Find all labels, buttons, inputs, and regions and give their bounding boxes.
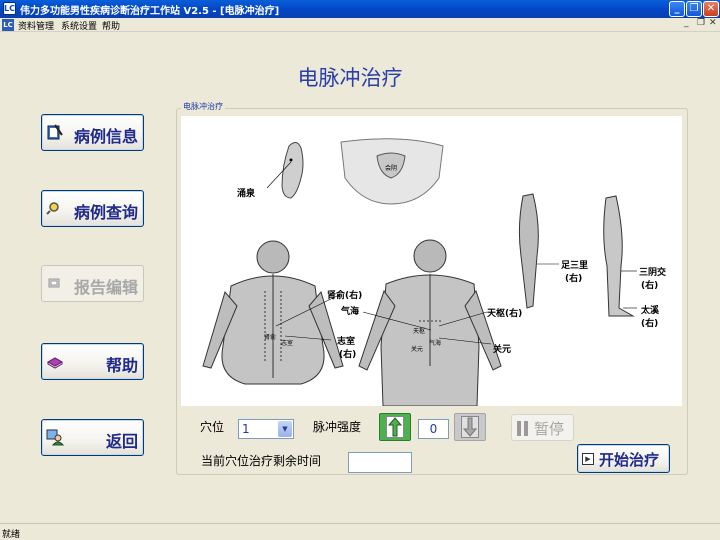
label-taixi-side: (右) bbox=[641, 319, 659, 329]
pause-label: 暂停 bbox=[534, 420, 565, 438]
arrow-up-icon bbox=[386, 416, 404, 438]
increase-intensity-button[interactable] bbox=[379, 413, 411, 441]
label-tianshu: 天枢(右) bbox=[487, 309, 523, 319]
report-edit-icon bbox=[46, 274, 64, 292]
case-info-button[interactable]: 病例信息 bbox=[41, 114, 144, 151]
arrow-down-icon bbox=[461, 416, 479, 438]
help-book-icon bbox=[46, 352, 64, 370]
back-label-zhishi: 志室 bbox=[281, 340, 294, 347]
acupoint-value: 1 bbox=[242, 422, 250, 436]
acupoint-label: 穴位 bbox=[200, 420, 225, 434]
case-info-label: 病例信息 bbox=[73, 127, 138, 146]
return-button[interactable]: 返回 bbox=[41, 419, 144, 456]
body-silhouettes bbox=[202, 138, 637, 406]
label-yongquan: 涌泉 bbox=[237, 189, 256, 199]
label-zhishi: 志室 bbox=[337, 337, 356, 347]
back-label-shenshu: 肾俞 bbox=[264, 334, 277, 341]
magnifier-icon bbox=[46, 199, 64, 217]
menu-data-management[interactable]: 资料管理 bbox=[18, 19, 54, 32]
page-title: 电脉冲治疗 bbox=[297, 66, 403, 90]
help-button[interactable]: 帮助 bbox=[41, 343, 144, 380]
label-zhishi-side: (右) bbox=[339, 350, 357, 360]
menu-help[interactable]: 帮助 bbox=[102, 19, 120, 32]
mdi-restore-button[interactable]: ❐ bbox=[697, 18, 705, 28]
remaining-time-field[interactable] bbox=[348, 452, 412, 473]
return-label: 返回 bbox=[105, 432, 138, 451]
report-edit-button[interactable]: 报告编辑 bbox=[41, 265, 144, 302]
intensity-field[interactable]: 0 bbox=[418, 419, 449, 439]
label-guanyuan: 关元 bbox=[493, 345, 512, 355]
restore-button[interactable]: ❐ bbox=[686, 1, 702, 17]
window-title-bar[interactable]: LC 伟力多功能男性疾病诊断治疗工作站 V2.5 - [电脉冲治疗] _ ❐ ✕ bbox=[0, 0, 720, 18]
menu-system-settings[interactable]: 系统设置 bbox=[61, 19, 97, 32]
label-sanyinjiao: 三阴交 bbox=[639, 268, 667, 278]
decrease-intensity-button[interactable] bbox=[454, 413, 486, 441]
help-label: 帮助 bbox=[105, 356, 138, 375]
front-label-tianshu: 天枢 bbox=[413, 328, 426, 335]
notebook-pen-icon bbox=[46, 123, 64, 141]
start-treatment-label: 开始治疗 bbox=[599, 451, 660, 469]
case-query-label: 病例查询 bbox=[73, 203, 138, 222]
mdi-minimize-button[interactable]: _ bbox=[684, 18, 689, 28]
remaining-time-label: 当前穴位治疗剩余时间 bbox=[201, 454, 322, 468]
front-label-guanyuan: 关元 bbox=[411, 346, 424, 353]
chevron-down-icon[interactable]: ▼ bbox=[278, 421, 292, 437]
pause-icon bbox=[517, 421, 529, 436]
pause-button[interactable]: 暂停 bbox=[511, 414, 574, 441]
intensity-label: 脉冲强度 bbox=[313, 420, 362, 434]
window-title: 伟力多功能男性疾病诊断治疗工作站 V2.5 - [电脉冲治疗] bbox=[20, 6, 280, 17]
case-query-button[interactable]: 病例查询 bbox=[41, 190, 144, 227]
front-label-qihai: 气海 bbox=[429, 340, 442, 347]
status-bar: 就绪 bbox=[0, 523, 720, 540]
close-button[interactable]: ✕ bbox=[703, 1, 719, 17]
acupoint-select[interactable]: 1 ▼ bbox=[238, 419, 294, 439]
minimize-button[interactable]: _ bbox=[669, 1, 685, 17]
label-shenshu: 肾俞(右) bbox=[327, 291, 363, 301]
play-icon: ▶ bbox=[582, 453, 594, 465]
return-person-icon bbox=[46, 428, 65, 446]
status-text: 就绪 bbox=[2, 530, 21, 540]
report-edit-label: 报告编辑 bbox=[73, 278, 138, 297]
label-huiyin: 会阴 bbox=[385, 165, 398, 172]
start-treatment-button[interactable]: ▶ 开始治疗 bbox=[577, 444, 670, 473]
menu-bar: LC 资料管理 系统设置 帮助 _ ❐ ✕ bbox=[0, 18, 720, 32]
label-taixi: 太溪 bbox=[641, 306, 660, 316]
label-sanyinjiao-side: (右) bbox=[641, 281, 659, 291]
label-zusanli: 足三里 bbox=[561, 261, 589, 271]
label-qihai: 气海 bbox=[341, 307, 360, 317]
groupbox-caption: 电脉冲治疗 bbox=[181, 101, 225, 112]
acupoint-diagram: 涌泉 会阴 足三里 (右) 三阴交 (右) 太溪 (右) 肾俞(右) 气海 志室… bbox=[181, 116, 682, 406]
document-icon[interactable]: LC bbox=[2, 19, 14, 31]
app-icon: LC bbox=[3, 2, 16, 15]
label-zusanli-side: (右) bbox=[565, 274, 583, 284]
mdi-close-button[interactable]: ✕ bbox=[709, 18, 717, 28]
